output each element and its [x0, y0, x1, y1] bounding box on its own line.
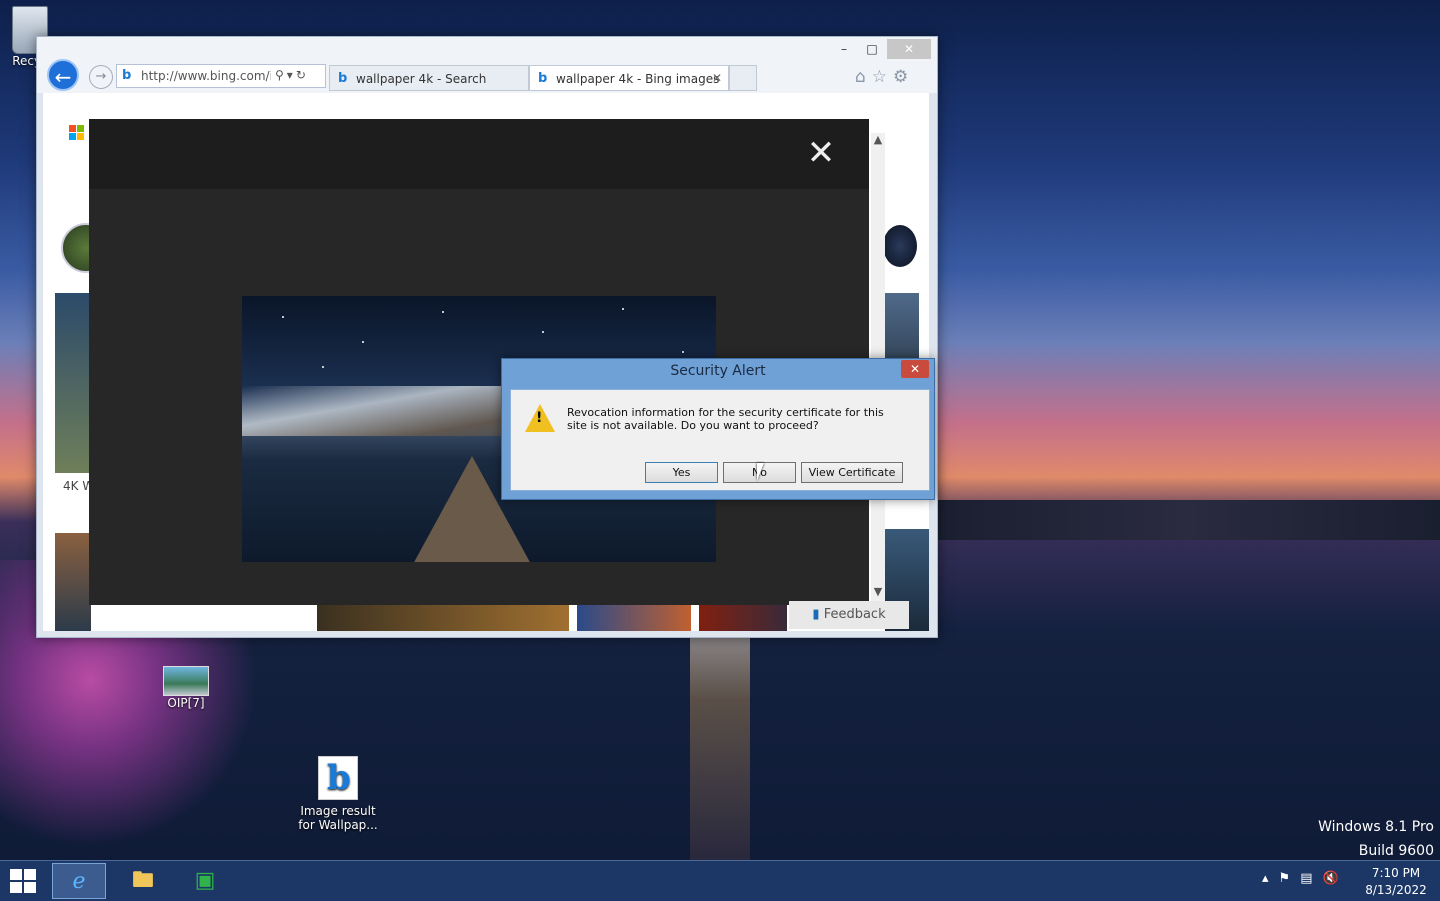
folder-icon: 🖿 [131, 868, 154, 893]
microsoft-logo-icon [69, 125, 85, 141]
system-tray: ▴⚑▤🔇 [1262, 871, 1349, 886]
taskbar-file-explorer[interactable]: 🖿 [116, 863, 170, 899]
taskbar-store[interactable]: ▣ [178, 863, 232, 899]
taskbar-clock[interactable]: 7:10 PM 8/13/2022 [1356, 865, 1436, 899]
new-tab-button[interactable] [729, 65, 757, 91]
chat-icon: ▮ [812, 607, 820, 622]
result-thumbnail[interactable] [55, 533, 91, 631]
dialog-message: Revocation information for the security … [567, 406, 884, 432]
view-certificate-button[interactable]: View Certificate [801, 462, 903, 483]
tab-wallpaper-search[interactable]: b wallpaper 4k - Search [329, 65, 529, 91]
browser-toolbar-right: ⌂☆⚙ [855, 67, 914, 87]
wallpaper-horizon [930, 500, 1440, 540]
windows-edition-watermark: Windows 8.1 Pro Build 9600 [1318, 815, 1434, 863]
bing-shortcut-icon: b [318, 756, 358, 800]
dialog-title: Security Alert [670, 363, 766, 379]
browser-titlebar: – □ ✕ ← → b http://www.bing.com/ir ⚲▾↻ b… [37, 37, 937, 93]
bing-shortcut-label-1: Image result [300, 804, 376, 818]
address-bar[interactable]: b http://www.bing.com/ir ⚲▾↻ [116, 64, 326, 88]
address-url[interactable]: http://www.bing.com/ir [141, 69, 271, 83]
bing-shortcut-label-2: for Wallpap... [298, 818, 378, 832]
action-center-flag-icon[interactable]: ⚑ [1279, 871, 1301, 886]
volume-muted-icon[interactable]: 🔇 [1322, 871, 1348, 886]
clock-date: 8/13/2022 [1365, 883, 1427, 897]
image-file-icon [163, 666, 209, 696]
home-icon[interactable]: ⌂ [855, 67, 872, 87]
result-thumbnail[interactable] [577, 603, 691, 631]
clock-time: 7:10 PM [1371, 866, 1421, 880]
related-avatar-right[interactable] [883, 225, 917, 267]
forward-button[interactable]: → [89, 65, 113, 89]
tab-label: wallpaper 4k - Search [356, 72, 487, 86]
scroll-up-icon[interactable]: ▲ [871, 133, 885, 149]
result-thumbnail[interactable] [55, 293, 91, 473]
security-alert-dialog: Security Alert ✕ ! Revocation informatio… [501, 358, 935, 500]
dialog-body: ! Revocation information for the securit… [510, 389, 930, 491]
show-hidden-icons-icon[interactable]: ▴ [1262, 871, 1279, 886]
back-button[interactable]: ← [47, 59, 79, 91]
mouse-cursor-icon [757, 463, 764, 481]
bing-favicon-icon: b [538, 71, 548, 86]
arrow-right-icon: → [95, 69, 107, 84]
bing-favicon-icon: b [338, 71, 348, 86]
maximize-button[interactable]: □ [859, 39, 885, 59]
arrow-left-icon: ← [54, 65, 72, 89]
feedback-button[interactable]: ▮ Feedback [789, 601, 909, 629]
close-window-button[interactable]: ✕ [887, 39, 931, 59]
wallpaper-tower [690, 630, 750, 860]
gear-icon[interactable]: ⚙ [893, 67, 914, 87]
close-preview-icon[interactable]: ✕ [805, 135, 837, 171]
warning-exclamation-icon: ! [536, 410, 543, 426]
taskbar-internet-explorer[interactable]: e [52, 863, 106, 899]
desktop-icon-oip[interactable]: OIP[7] [160, 666, 212, 710]
network-icon[interactable]: ▤ [1300, 871, 1322, 886]
internet-explorer-icon: e [72, 869, 86, 894]
feedback-label: Feedback [823, 607, 886, 622]
tab-wallpaper-bing-images[interactable]: b wallpaper 4k - Bing images ✕ [529, 65, 729, 91]
oip-label: OIP[7] [167, 696, 205, 710]
scroll-down-icon[interactable]: ▼ [871, 585, 885, 601]
store-bag-icon: ▣ [194, 868, 216, 893]
bing-favicon-icon: b [122, 68, 132, 83]
result-thumbnail[interactable] [699, 603, 787, 631]
edition-name: Windows 8.1 Pro [1318, 819, 1434, 835]
start-button[interactable] [10, 869, 38, 895]
browser-window: – □ ✕ ← → b http://www.bing.com/ir ⚲▾↻ b… [36, 36, 938, 638]
overlay-header [89, 119, 869, 189]
dialog-close-button[interactable]: ✕ [901, 360, 929, 378]
address-tools[interactable]: ⚲▾↻ [275, 68, 309, 82]
taskbar: e 🖿 ▣ ▴⚑▤🔇 7:10 PM 8/13/2022 [0, 860, 1440, 901]
tab-label: wallpaper 4k - Bing images [556, 72, 720, 86]
yes-button[interactable]: Yes [645, 462, 718, 483]
close-tab-icon[interactable]: ✕ [712, 71, 722, 85]
favorites-star-icon[interactable]: ☆ [872, 67, 893, 87]
result-thumbnail[interactable] [317, 603, 569, 631]
desktop-icon-bing-shortcut[interactable]: b Image result for Wallpap... [296, 756, 380, 832]
minimize-button[interactable]: – [831, 39, 857, 59]
